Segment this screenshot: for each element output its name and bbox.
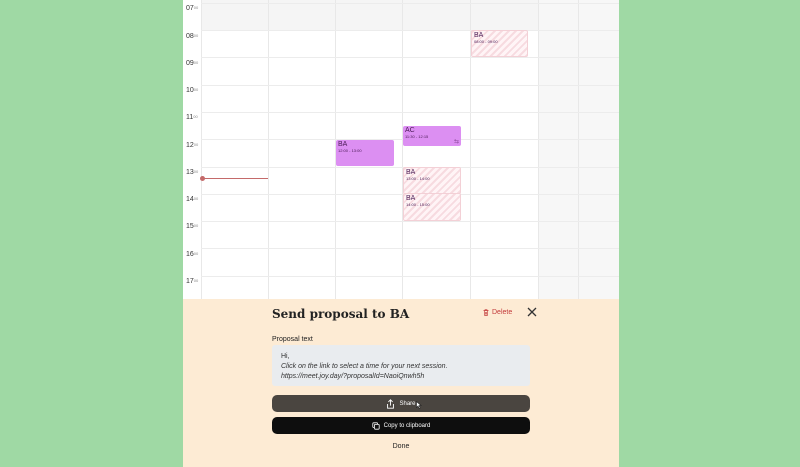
hour-label-minutes: 00 — [193, 87, 199, 92]
proposal-line: Hi, — [281, 353, 290, 360]
hour-label-minutes: 00 — [193, 114, 198, 119]
hour-label-minutes: 00 — [193, 60, 199, 65]
hour-label: 1700 — [186, 278, 198, 285]
grid-hour-line — [201, 57, 619, 58]
grid-column-line — [268, 0, 269, 299]
copy-to-clipboard-button[interactable]: Copy to clipboard — [272, 417, 530, 434]
calendar-event[interactable]: AC 11:30 - 12:15 ⇆ — [403, 126, 461, 146]
hour-label-minutes: 00 — [193, 169, 199, 174]
proposal-textarea[interactable]: Hi, Click on the link to select a time f… — [272, 345, 530, 386]
panel-title: Send proposal to BA — [272, 307, 410, 321]
send-proposal-panel: Send proposal to BA Delete Proposal text… — [183, 299, 619, 467]
hour-label-text: 13 — [186, 169, 194, 176]
event-time: 12:00 - 13:00 — [338, 148, 362, 153]
share-icon — [387, 398, 395, 409]
current-time-line — [202, 178, 268, 179]
copy-label: Copy to clipboard — [383, 422, 431, 429]
share-button[interactable]: Share — [272, 395, 530, 412]
close-icon[interactable] — [526, 306, 538, 318]
delete-label: Delete — [492, 309, 513, 316]
hour-label-minutes: 00 — [193, 278, 199, 283]
event-title: BA — [406, 169, 416, 176]
hour-label: 0700 — [186, 5, 198, 12]
calendar-event[interactable]: BA 12:00 - 13:00 — [336, 140, 394, 166]
hour-label-minutes: 00 — [193, 142, 199, 147]
proposal-text-label: Proposal text — [272, 336, 313, 343]
current-time-dot — [200, 176, 205, 181]
grid-hour-line — [201, 112, 619, 113]
hour-label-text: 16 — [186, 251, 194, 258]
grid-column-line — [578, 0, 579, 299]
grid-hour-line — [201, 30, 619, 31]
event-time: 11:30 - 12:15 — [405, 134, 429, 139]
hour-label-minutes: 00 — [193, 33, 199, 38]
hour-label: 0800 — [186, 33, 198, 40]
grid-hour-line — [201, 248, 619, 249]
hour-label: 1400 — [186, 196, 198, 203]
share-label: Share — [399, 400, 416, 407]
event-title: BA — [474, 32, 484, 39]
hour-label-text: 07 — [186, 5, 194, 12]
hour-label: 1200 — [186, 142, 198, 149]
hour-label-text: 08 — [186, 33, 194, 40]
event-time: 08:00 - 09:00 — [474, 39, 498, 44]
hour-label: 1600 — [186, 251, 198, 258]
hour-label-text: 17 — [186, 278, 194, 285]
trash-icon — [483, 309, 489, 316]
calendar-week-grid: 0700 0800 0900 1000 1100 1200 1300 1400 … — [183, 0, 619, 299]
proposal-line: Click on the link to select a time for y… — [281, 363, 448, 370]
hour-label-minutes: 00 — [193, 5, 199, 10]
hour-label-text: 14 — [186, 196, 194, 203]
done-button[interactable]: Done — [272, 443, 530, 450]
calendar-event[interactable]: BA 14:00 - 15:00 — [403, 193, 461, 221]
hour-label: 1000 — [186, 87, 198, 94]
grid-hour-line — [201, 85, 619, 86]
hour-label: 0900 — [186, 60, 198, 67]
hour-label-text: 09 — [186, 60, 194, 67]
hour-label: 1100 — [186, 114, 198, 121]
calendar-event[interactable]: BA 13:00 - 14:00 — [403, 167, 461, 194]
proposal-link: https://meet.joy.day/?proposalId=NaoiQnw… — [281, 373, 425, 380]
event-title: BA — [338, 141, 348, 148]
hour-label-text: 15 — [186, 223, 194, 230]
event-time: 14:00 - 15:00 — [406, 202, 430, 207]
hour-label: 1300 — [186, 169, 198, 176]
hour-label-text: 10 — [186, 87, 194, 94]
grid-column-line — [201, 0, 202, 299]
grid-column-line — [538, 0, 539, 299]
grid-column-line — [402, 0, 403, 299]
calendar-event[interactable]: BA 08:00 - 09:00 — [471, 30, 528, 57]
app-window: 0700 0800 0900 1000 1100 1200 1300 1400 … — [183, 0, 619, 467]
event-title: AC — [405, 127, 415, 134]
hour-label-minutes: 00 — [193, 223, 199, 228]
copy-icon — [372, 421, 380, 430]
grid-hour-line — [201, 221, 619, 222]
mouse-pointer-icon — [416, 401, 422, 409]
hour-label-text: 12 — [186, 142, 194, 149]
event-title: BA — [406, 195, 416, 202]
delete-button[interactable]: Delete — [483, 309, 512, 316]
hour-label: 1500 — [186, 223, 198, 230]
swap-icon: ⇆ — [453, 139, 459, 145]
hour-label-minutes: 00 — [193, 196, 199, 201]
grid-hour-line — [201, 3, 619, 4]
hour-label-minutes: 00 — [193, 251, 199, 256]
event-time: 13:00 - 14:00 — [406, 176, 430, 181]
grid-hour-line — [201, 276, 619, 277]
